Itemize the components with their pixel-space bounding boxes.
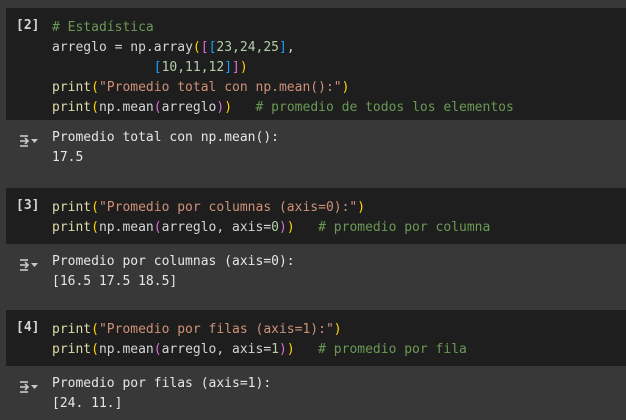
code-string: "Promedio por filas (axis=1):" — [98, 322, 334, 337]
output-area-4: Promedio por filas (axis=1): [24. 11.] — [6, 368, 626, 420]
code-cell-2[interactable]: [2] # Estadística arreglo = np.array([[2… — [6, 8, 626, 120]
code-string: "Promedio por columnas (axis=0):" — [98, 200, 358, 215]
code-numbers: 23,24,25 — [216, 40, 280, 55]
code-function: np.array — [130, 40, 193, 55]
code-number: 0 — [271, 220, 279, 235]
code-argument: arreglo, axis= — [161, 220, 272, 235]
output-area-3: Promedio por columnas (axis=0): [16.5 17… — [6, 246, 626, 302]
cell-prompt[interactable]: [3] — [16, 198, 39, 213]
cell-prompt[interactable]: [4] — [16, 320, 39, 335]
code-editor[interactable]: # Estadística arreglo = np.array([[23,24… — [52, 18, 514, 118]
code-argument: arreglo — [161, 100, 217, 115]
notebook: [2] # Estadística arreglo = np.array([[2… — [0, 0, 626, 420]
output-toggle-icon[interactable] — [18, 132, 40, 150]
output-line: Promedio por filas (axis=1): — [52, 376, 272, 391]
code-function: np.mean — [98, 100, 154, 115]
output-text: Promedio total con np.mean(): 17.5 — [52, 128, 279, 168]
code-function: np.mean — [98, 220, 154, 235]
code-function: np.mean — [98, 342, 154, 357]
output-line: Promedio por columnas (axis=0): — [52, 254, 295, 269]
code-editor[interactable]: print("Promedio por columnas (axis=0):")… — [52, 198, 490, 238]
code-argument: arreglo, axis= — [161, 342, 272, 357]
output-text: Promedio por columnas (axis=0): [16.5 17… — [52, 252, 295, 292]
code-cell-3[interactable]: [3] print("Promedio por columnas (axis=0… — [6, 188, 626, 244]
output-line: [16.5 17.5 18.5] — [52, 274, 178, 289]
code-function: print — [52, 200, 92, 215]
code-comment: # promedio por columna — [318, 220, 491, 235]
code-cell-4[interactable]: [4] print("Promedio por filas (axis=1):"… — [6, 310, 626, 366]
output-toggle-icon[interactable] — [18, 378, 40, 396]
output-line: Promedio total con np.mean(): — [52, 130, 279, 145]
code-function: print — [52, 322, 92, 337]
code-numbers: 10,11,12 — [161, 60, 225, 75]
output-line: 17.5 — [52, 150, 84, 165]
code-function: print — [52, 220, 92, 235]
output-text: Promedio por filas (axis=1): [24. 11.] — [52, 374, 271, 414]
output-area-2: Promedio total con np.mean(): 17.5 — [6, 122, 626, 178]
code-number: 1 — [271, 342, 279, 357]
code-string: "Promedio total con np.mean():" — [98, 80, 342, 95]
code-comment: # promedio por fila — [318, 342, 467, 357]
output-toggle-icon[interactable] — [18, 256, 40, 274]
code-function: print — [52, 100, 92, 115]
code-variable: arreglo — [52, 40, 107, 55]
output-line: [24. 11.] — [52, 396, 123, 411]
cell-prompt[interactable]: [2] — [16, 18, 39, 33]
code-comment: # promedio de todos los elementos — [255, 100, 514, 115]
code-editor[interactable]: print("Promedio por filas (axis=1):") pr… — [52, 320, 467, 360]
code-function: print — [52, 342, 92, 357]
code-function: print — [52, 80, 92, 95]
code-comment: # Estadística — [52, 20, 154, 35]
code-operator: = — [106, 40, 131, 55]
